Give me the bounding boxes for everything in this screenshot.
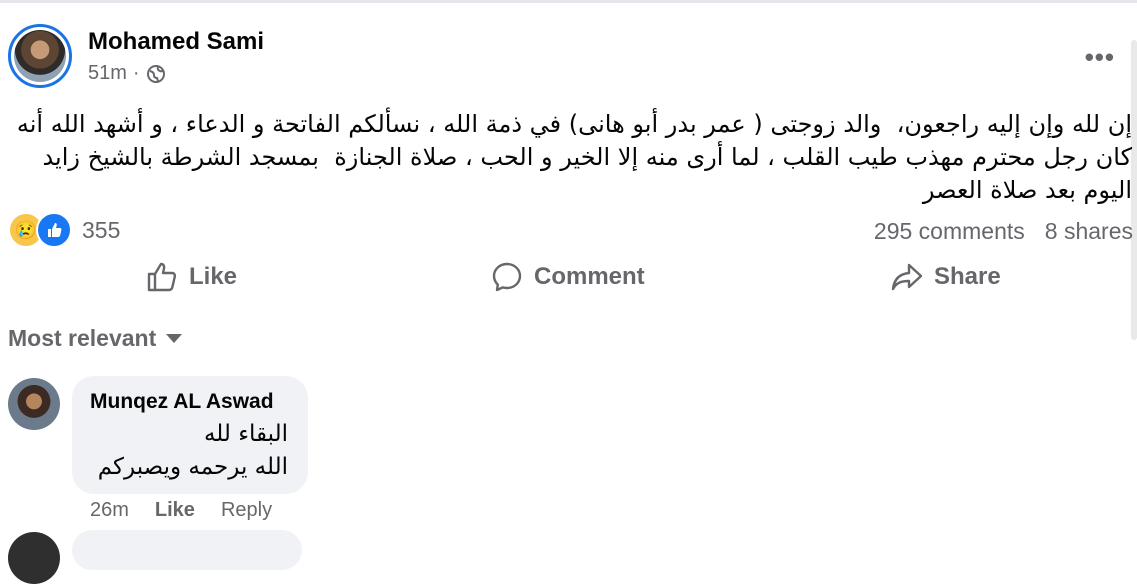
comment-button[interactable]: Comment bbox=[490, 260, 645, 294]
shares-count[interactable]: 8 shares bbox=[1045, 218, 1133, 245]
like-button[interactable]: Like bbox=[145, 260, 237, 294]
comment-meta: 26m Like Reply bbox=[90, 499, 272, 522]
more-options-icon[interactable]: ••• bbox=[1085, 42, 1115, 73]
reaction-count[interactable]: 355 bbox=[82, 217, 120, 244]
comment-like-button[interactable]: Like bbox=[155, 499, 195, 522]
comment-author[interactable]: Munqez AL Aswad bbox=[90, 390, 274, 414]
next-commenter-avatar[interactable] bbox=[8, 532, 60, 584]
globe-icon[interactable] bbox=[146, 64, 166, 84]
author-avatar-image bbox=[14, 30, 66, 82]
share-icon bbox=[891, 263, 923, 291]
comment-icon bbox=[492, 262, 522, 292]
post-stats: 295 comments 8 shares bbox=[874, 218, 1133, 245]
commenter-avatar[interactable] bbox=[8, 378, 60, 430]
next-comment-bubble bbox=[72, 530, 302, 570]
like-thumb-icon bbox=[36, 212, 72, 248]
like-label: Like bbox=[189, 263, 238, 290]
meta-separator: · bbox=[132, 62, 140, 84]
post-text: إن لله وإن إليه راجعون، والد زوجتى ( عمر… bbox=[9, 110, 1132, 204]
comment-sort-label: Most relevant bbox=[8, 325, 157, 351]
comment-time[interactable]: 26m bbox=[90, 499, 129, 522]
author-avatar[interactable] bbox=[8, 24, 72, 88]
comment-reply-button[interactable]: Reply bbox=[221, 499, 272, 522]
comment-text: البقاء لله الله يرحمه ويصبركم bbox=[97, 421, 288, 480]
like-icon bbox=[147, 262, 177, 292]
post-actions: Like Comment Share bbox=[0, 260, 1137, 306]
post-time[interactable]: 51m bbox=[88, 62, 127, 85]
reactions-summary[interactable]: 😢 355 bbox=[8, 212, 120, 248]
post-meta: 51m · bbox=[88, 62, 166, 85]
post-author-name[interactable]: Mohamed Sami bbox=[88, 28, 264, 56]
share-button[interactable]: Share bbox=[890, 260, 1001, 294]
comment-sort-dropdown[interactable]: Most relevant bbox=[8, 325, 183, 352]
comment-label: Comment bbox=[534, 263, 645, 290]
chevron-down-icon bbox=[166, 334, 183, 343]
share-label: Share bbox=[934, 263, 1001, 290]
top-divider bbox=[0, 0, 1137, 3]
comments-count[interactable]: 295 comments bbox=[874, 218, 1025, 245]
